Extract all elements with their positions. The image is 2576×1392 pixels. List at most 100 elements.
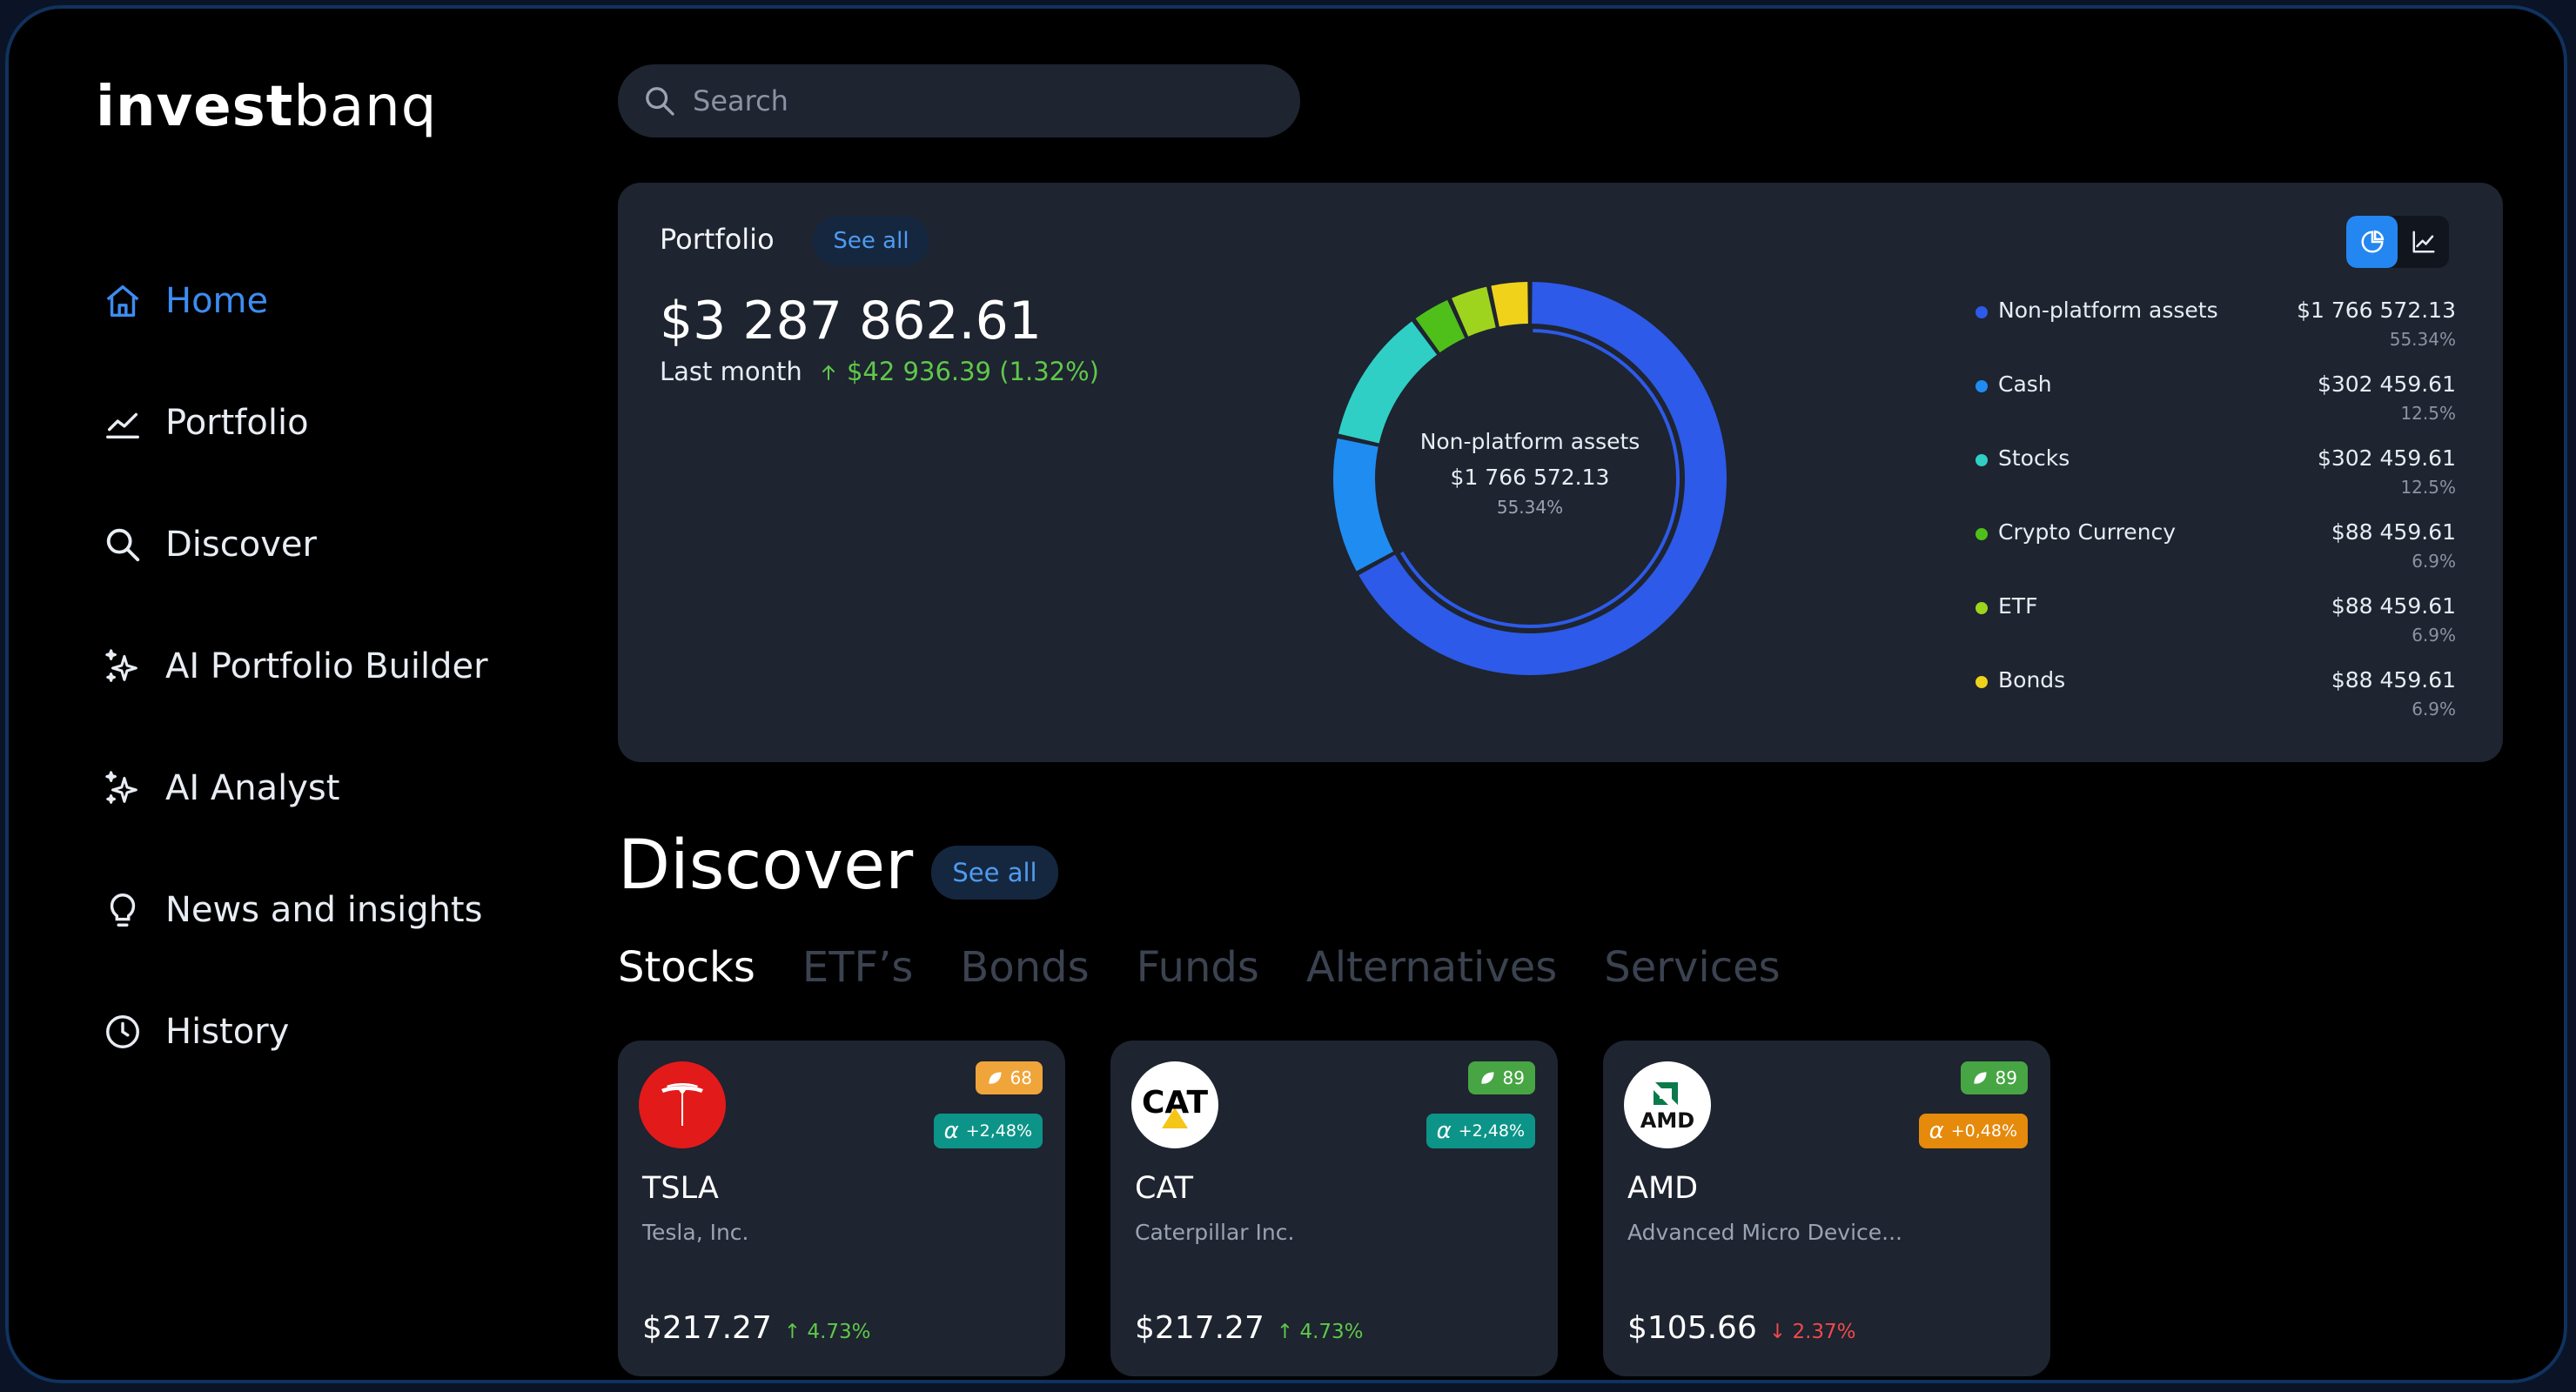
stock-change: ↑ 4.73% xyxy=(1276,1321,1364,1343)
legend-value: $1 766 572.13 xyxy=(2297,298,2456,323)
sidebar-item-discover[interactable]: Discover xyxy=(103,484,488,606)
sidebar-item-history[interactable]: History xyxy=(103,971,488,1093)
score-badge: 68 xyxy=(975,1061,1043,1094)
brand-logo[interactable]: investbanq xyxy=(96,75,437,139)
stock-price: $105.66 xyxy=(1627,1310,1757,1346)
sidebar-item-label: Portfolio xyxy=(165,403,309,443)
discover-title: Discover xyxy=(618,826,914,905)
tab-funds[interactable]: Funds xyxy=(1137,943,1259,992)
legend-item-cash[interactable]: Cash $302 459.61 12.5% xyxy=(1976,370,2456,444)
cat-logo: CAT xyxy=(1131,1061,1218,1148)
stock-name: Caterpillar Inc. xyxy=(1135,1220,1295,1245)
leaf-icon xyxy=(1480,1072,1494,1084)
sidebar-item-label: History xyxy=(165,1012,290,1052)
portfolio-total-value: $3 287 862.61 xyxy=(660,291,1042,351)
sidebar-item-label: AI Analyst xyxy=(165,768,340,808)
amd-logo: AMD xyxy=(1624,1061,1711,1148)
stock-card-tsla[interactable]: 68 α +2,48% TSLA Tesla, Inc. $217.27 ↑ 4… xyxy=(618,1041,1065,1376)
search-bar[interactable] xyxy=(618,64,1300,137)
legend-percent: 6.9% xyxy=(2412,699,2456,719)
legend-value: $88 459.61 xyxy=(2331,519,2456,545)
stock-card-cat[interactable]: CAT 89 α +2,48% CAT Caterpillar Inc. $21… xyxy=(1110,1041,1558,1376)
donut-slice-stocks[interactable] xyxy=(1338,321,1438,444)
sidebar-item-portfolio[interactable]: Portfolio xyxy=(103,362,488,484)
stock-price: $217.27 xyxy=(642,1310,772,1346)
stock-price: $217.27 xyxy=(1135,1310,1265,1346)
legend-dot xyxy=(1976,528,1988,540)
legend-dot xyxy=(1976,380,1988,392)
chart-type-toggle xyxy=(2346,216,2449,268)
arrow-up-icon xyxy=(822,365,835,380)
tab-etfs[interactable]: ETF’s xyxy=(802,943,914,992)
legend-item-bonds[interactable]: Bonds $88 459.61 6.9% xyxy=(1976,666,2456,740)
portfolio-title: Portfolio xyxy=(660,223,775,256)
stock-price-row: $217.27 ↑ 4.73% xyxy=(642,1310,871,1346)
legend-percent: 12.5% xyxy=(2400,477,2456,498)
portfolio-see-all-button[interactable]: See all xyxy=(813,216,929,266)
alpha-icon: α xyxy=(1436,1118,1452,1144)
line-chart-icon xyxy=(2412,231,2434,253)
sparkle-icon xyxy=(105,771,138,804)
search-icon xyxy=(106,528,140,562)
sidebar-item-label: News and insights xyxy=(165,890,483,930)
sidebar-item-home[interactable]: Home xyxy=(103,240,488,362)
legend-value: $302 459.61 xyxy=(2317,445,2456,471)
donut-slice-bonds[interactable] xyxy=(1491,282,1528,327)
tab-services[interactable]: Services xyxy=(1604,943,1780,992)
legend-dot xyxy=(1976,602,1988,614)
alpha-icon: α xyxy=(1929,1118,1944,1144)
legend-item-crypto-currency[interactable]: Crypto Currency $88 459.61 6.9% xyxy=(1976,518,2456,592)
sidebar-item-news[interactable]: News and insights xyxy=(103,849,488,971)
arrow-up-icon: ↑ xyxy=(1276,1321,1294,1343)
sidebar-item-ai-portfolio-builder[interactable]: AI Portfolio Builder xyxy=(103,606,488,727)
allocation-legend: Non-platform assets $1 766 572.13 55.34% Ca… xyxy=(1976,296,2456,740)
legend-value: $88 459.61 xyxy=(2331,593,2456,619)
center-percent: 55.34% xyxy=(1496,497,1564,518)
pie-chart-icon xyxy=(2361,230,2384,253)
donut-center-label: Non-platform assets $1 766 572.13 55.34% xyxy=(1321,429,1739,518)
arrow-down-icon: ↓ xyxy=(1768,1321,1787,1343)
stock-card-amd[interactable]: AMD 89 α +0,48% AMD Advanced Micro Devic… xyxy=(1603,1041,2050,1376)
portfolio-change-value: $42 936.39 (1.32%) xyxy=(846,357,1099,386)
sidebar-item-label: Home xyxy=(165,281,269,321)
stock-ticker: TSLA xyxy=(642,1171,719,1206)
legend-label: Cash xyxy=(1998,371,2052,397)
portfolio-card: Portfolio See all $3 287 862.61 Last mon… xyxy=(618,183,2503,762)
sidebar-item-label: AI Portfolio Builder xyxy=(165,646,488,686)
alpha-badge: α +0,48% xyxy=(1918,1114,2028,1148)
legend-label: Non-platform assets xyxy=(1998,298,2218,323)
sidebar-item-ai-analyst[interactable]: AI Analyst xyxy=(103,727,488,849)
legend-dot xyxy=(1976,454,1988,466)
discover-tabs: Stocks ETF’s Bonds Funds Alternatives Se… xyxy=(618,943,1781,992)
discover-see-all-button[interactable]: See all xyxy=(931,846,1058,900)
portfolio-change: $42 936.39 (1.32%) xyxy=(818,357,1099,386)
sparkle-icon xyxy=(105,649,138,682)
legend-item-stocks[interactable]: Stocks $302 459.61 12.5% xyxy=(1976,444,2456,518)
line-view-button[interactable] xyxy=(2398,216,2449,268)
chart-line-icon xyxy=(106,412,139,439)
tesla-logo xyxy=(639,1061,726,1148)
stock-change: ↓ 2.37% xyxy=(1768,1321,1856,1343)
alpha-badge: α +2,48% xyxy=(1426,1114,1535,1148)
tab-bonds[interactable]: Bonds xyxy=(960,943,1089,992)
stock-name: Advanced Micro Device... xyxy=(1627,1220,1903,1245)
pie-view-button[interactable] xyxy=(2346,216,2398,268)
legend-item-non-platform-assets[interactable]: Non-platform assets $1 766 572.13 55.34% xyxy=(1976,296,2456,370)
tab-stocks[interactable]: Stocks xyxy=(618,943,755,992)
legend-label: Crypto Currency xyxy=(1998,519,2177,545)
clock-icon xyxy=(106,1015,139,1048)
legend-percent: 55.34% xyxy=(2389,329,2456,350)
svg-text:AMD: AMD xyxy=(1640,1108,1694,1133)
svg-text:CAT: CAT xyxy=(1142,1085,1208,1121)
alpha-icon: α xyxy=(943,1118,959,1144)
stock-ticker: AMD xyxy=(1627,1171,1699,1206)
center-category: Non-platform assets xyxy=(1419,429,1640,454)
legend-label: Bonds xyxy=(1998,667,2066,693)
tab-alternatives[interactable]: Alternatives xyxy=(1306,943,1557,992)
stock-change: ↑ 4.73% xyxy=(783,1321,871,1343)
legend-item-etf[interactable]: ETF $88 459.61 6.9% xyxy=(1976,592,2456,666)
leaf-icon xyxy=(1973,1072,1987,1084)
legend-label: ETF xyxy=(1998,593,2038,619)
search-input[interactable] xyxy=(691,84,1251,118)
legend-dot xyxy=(1976,306,1988,318)
